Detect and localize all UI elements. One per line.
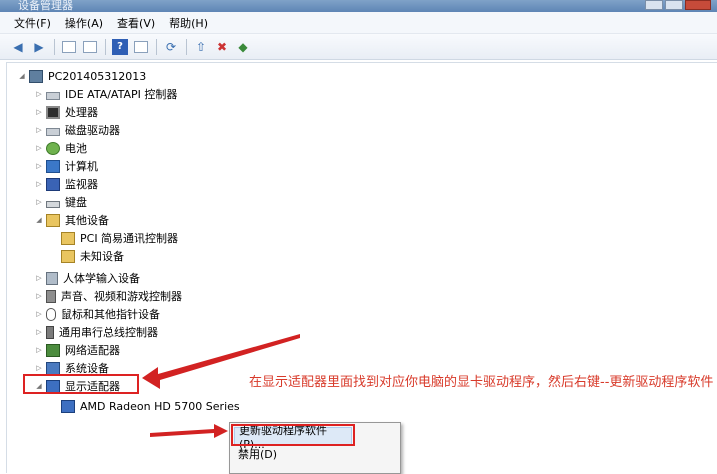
expand-toggle-icon[interactable]: ▷ [34,328,44,336]
expand-toggle-icon[interactable]: ▷ [34,198,44,206]
expand-toggle-icon[interactable]: ▷ [34,108,44,116]
minimize-button[interactable] [645,0,663,10]
tree-item-computer[interactable]: ▷ 计算机 [34,157,98,175]
tree-item-label: 监视器 [65,178,98,191]
expand-toggle-icon[interactable]: ▷ [34,144,44,152]
display-adapter-highlight [23,374,139,394]
close-button[interactable] [685,0,711,10]
tree-item-label: IDE ATA/ATAPI 控制器 [65,88,178,101]
menu-help[interactable]: 帮助(H) [169,15,208,31]
tree-item-ide[interactable]: ▷ IDE ATA/ATAPI 控制器 [34,85,177,103]
update-driver-highlight [231,424,355,446]
collapse-toggle-icon[interactable]: ◢ [34,216,44,224]
tree-item-disk[interactable]: ▷ 磁盘驱动器 [34,121,120,139]
processor-icon [46,105,60,119]
network-adapter-icon [46,343,60,357]
battery-icon [46,141,60,155]
warning-device-icon [61,249,75,263]
disk-drive-icon [46,127,60,136]
ide-controller-icon [46,91,60,100]
menu-file[interactable]: 文件(F) [14,15,51,31]
keyboard-icon [46,200,60,208]
refresh-icon[interactable] [82,39,98,55]
tree-item-label: 键盘 [65,196,87,209]
back-icon[interactable]: ◀ [10,39,26,55]
instruction-text: 在显示适配器里面找到对应你电脑的显卡驱动程序，然后右键--更新驱动程序软件 [249,375,714,390]
computer-icon [29,69,43,83]
tree-item-label: 人体学输入设备 [63,272,140,285]
expand-toggle-icon[interactable]: ▷ [34,346,44,354]
tree-item-monitor[interactable]: ▷ 监视器 [34,175,98,193]
tree-item-label: 鼠标和其他指针设备 [61,308,160,321]
tree-root[interactable]: ◢ PC201405312013 [17,67,146,85]
tree-item-label: 声音、视频和游戏控制器 [61,290,182,303]
scan-icon[interactable]: ⟳ [163,39,179,55]
context-menu-disable[interactable]: 禁用(D) [234,445,277,463]
expand-toggle-icon[interactable]: ▷ [34,162,44,170]
tree-item-mouse[interactable]: ▷ 鼠标和其他指针设备 [34,305,160,323]
view-icon[interactable] [133,39,149,55]
tree-root-label: PC201405312013 [48,69,147,83]
toolbar-separator [105,38,106,55]
tree-item-battery[interactable]: ▷ 电池 [34,139,87,157]
help-icon[interactable]: ? [112,38,128,55]
tree-item-label: 未知设备 [80,250,124,263]
hid-icon [46,271,58,285]
speaker-icon [46,289,56,303]
menu-bar: 文件(F) 操作(A) 查看(V) 帮助(H) [0,12,717,34]
uninstall-icon[interactable]: ✖ [214,39,230,55]
usb-icon [46,325,54,339]
mouse-icon [46,307,56,321]
tree-item-label: 电池 [65,142,87,155]
tree-item-label: PCI 简易通讯控制器 [80,232,179,245]
collapse-toggle-icon[interactable]: ◢ [17,72,27,80]
expand-toggle-icon[interactable]: ▷ [34,310,44,318]
toolbar-separator [186,38,187,55]
expand-toggle-icon[interactable]: ▷ [34,364,44,372]
tree-item-label: 计算机 [65,160,98,173]
expand-toggle-icon[interactable]: ▷ [34,292,44,300]
expand-toggle-icon[interactable]: ▷ [34,126,44,134]
forward-icon[interactable]: ▶ [31,39,47,55]
tree-item-unknown[interactable]: 未知设备 [61,247,124,265]
tree-item-label: 其他设备 [65,214,109,227]
tree-item-hid[interactable]: ▷ 人体学输入设备 [34,269,140,287]
window-controls [645,0,711,10]
tree-item-amd[interactable]: AMD Radeon HD 5700 Series [61,397,240,415]
device-tree-pane: ◢ PC201405312013 ▷ IDE ATA/ATAPI 控制器 ▷ 处… [6,62,717,473]
menu-action[interactable]: 操作(A) [65,15,103,31]
warning-device-icon [61,231,75,245]
expand-toggle-icon[interactable]: ▷ [34,90,44,98]
tree-item-pci[interactable]: PCI 简易通讯控制器 [61,229,178,247]
properties-icon[interactable] [61,39,77,55]
monitor-icon [46,177,60,191]
toolbar-separator [54,38,55,55]
tree-item-label: 处理器 [65,106,98,119]
system-device-icon [46,361,60,375]
computer-category-icon [46,159,60,173]
window-title: 设备管理器 [18,0,73,12]
tree-item-usb[interactable]: ▷ 通用串行总线控制器 [34,323,158,341]
toolbar: ◀ ▶ ? ⟳ ⇧ ✖ ◆ [0,34,717,60]
tree-item-label: 磁盘驱动器 [65,124,120,137]
maximize-button[interactable] [665,0,683,10]
tree-item-label: 网络适配器 [65,344,120,357]
tree-item-label: 通用串行总线控制器 [59,326,158,339]
expand-toggle-icon[interactable]: ▷ [34,274,44,282]
graphics-card-icon [61,399,75,413]
expand-toggle-icon[interactable]: ▷ [34,180,44,188]
tree-item-sound[interactable]: ▷ 声音、视频和游戏控制器 [34,287,182,305]
toolbar-separator [156,38,157,55]
tree-item-cpu[interactable]: ▷ 处理器 [34,103,98,121]
update-driver-icon[interactable]: ⇧ [193,39,209,55]
menu-view[interactable]: 查看(V) [117,15,155,31]
tree-item-keyboard[interactable]: ▷ 键盘 [34,193,87,211]
enable-icon[interactable]: ◆ [235,39,251,55]
other-devices-icon [46,213,60,227]
tree-item-network[interactable]: ▷ 网络适配器 [34,341,120,359]
tree-item-label: AMD Radeon HD 5700 Series [80,399,240,413]
tree-item-other[interactable]: ◢ 其他设备 [34,211,109,229]
title-bar: 设备管理器 [0,0,717,12]
